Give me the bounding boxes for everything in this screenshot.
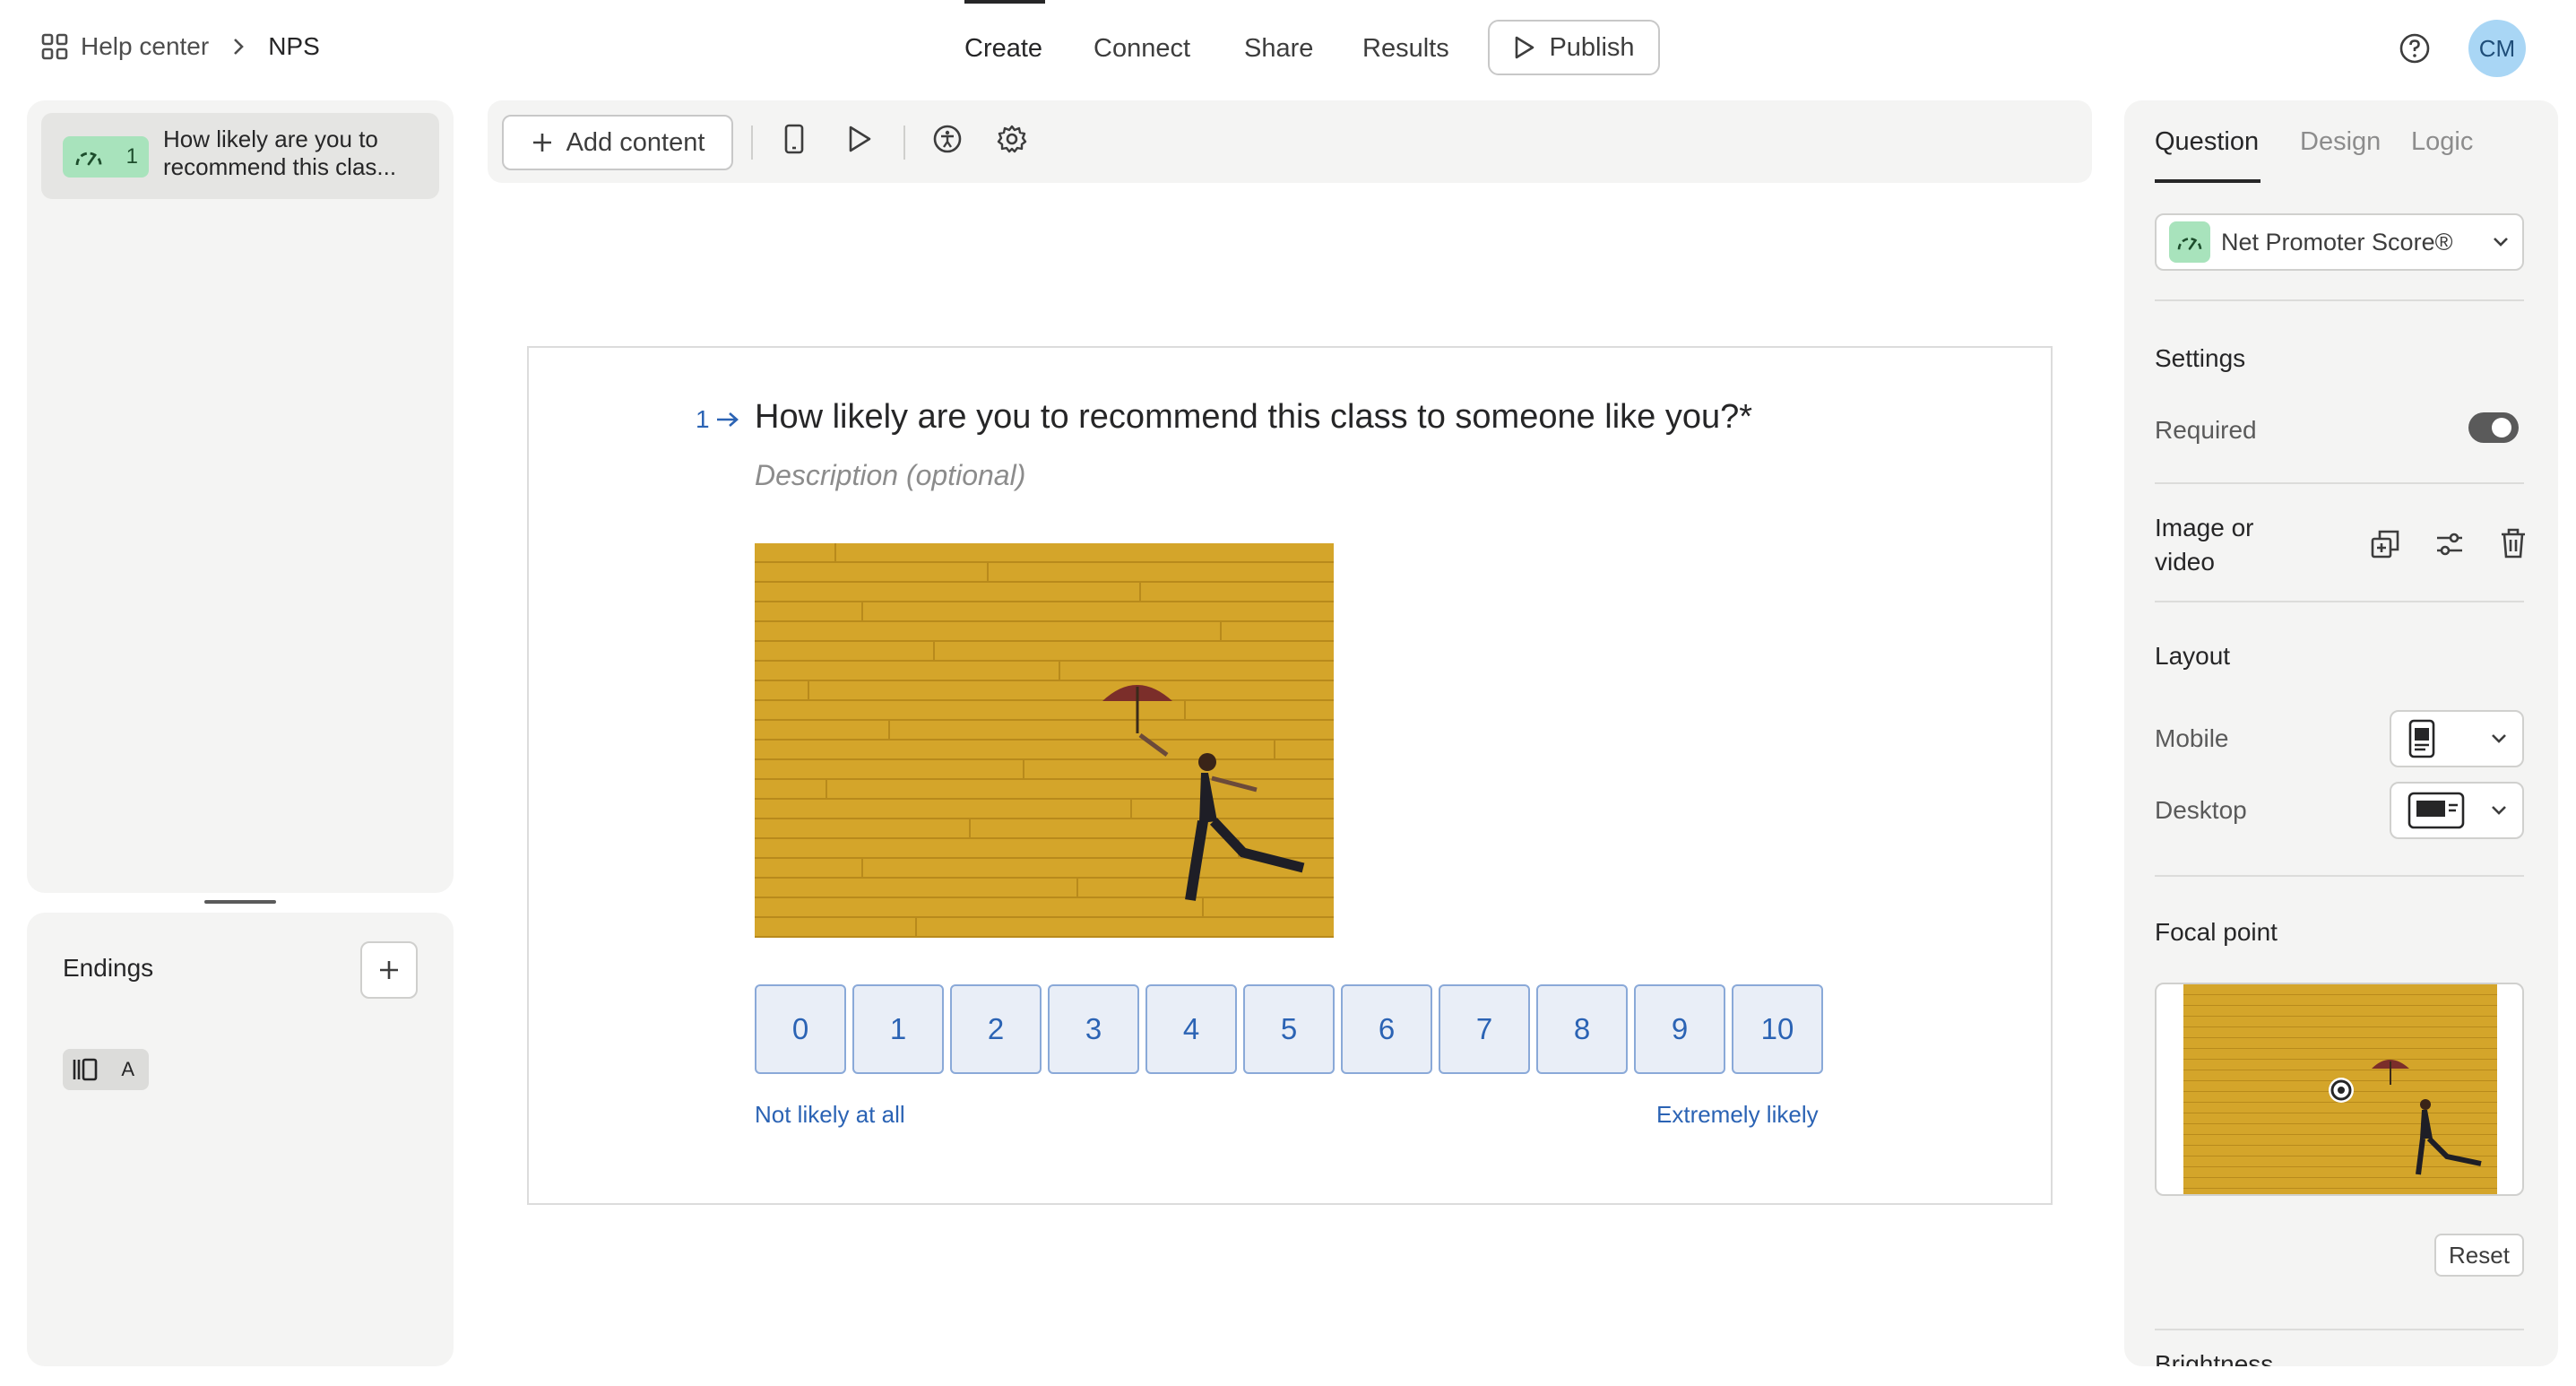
tab-logic[interactable]: Logic bbox=[2411, 127, 2473, 157]
active-tab-underline bbox=[2155, 179, 2260, 183]
active-tab-indicator bbox=[964, 0, 1045, 4]
breadcrumb-current[interactable]: NPS bbox=[268, 32, 320, 61]
scale-option-1[interactable]: 1 bbox=[852, 984, 944, 1074]
settings-gear-icon[interactable] bbox=[997, 124, 1027, 154]
mobile-layout-label: Mobile bbox=[2155, 724, 2229, 752]
toolbar-divider bbox=[751, 126, 753, 160]
divider bbox=[2155, 601, 2524, 602]
chevron-right-icon bbox=[232, 37, 245, 56]
focal-point-title: Focal point bbox=[2155, 918, 2278, 946]
scale-option-2[interactable]: 2 bbox=[950, 984, 1042, 1074]
publish-button[interactable]: Publish bbox=[1488, 20, 1660, 75]
tab-design[interactable]: Design bbox=[2300, 127, 2381, 157]
replace-media-icon[interactable] bbox=[2370, 529, 2400, 559]
mobile-preview-icon[interactable] bbox=[783, 124, 805, 154]
tab-create[interactable]: Create bbox=[964, 34, 1042, 64]
desktop-layout-label: Desktop bbox=[2155, 796, 2247, 824]
ending-label: A bbox=[121, 1058, 134, 1080]
panel-bottom-mask bbox=[2124, 1366, 2558, 1386]
toggle-knob bbox=[2492, 418, 2511, 437]
nps-scale: 0 1 2 3 4 5 6 7 8 9 10 bbox=[755, 984, 1823, 1074]
divider bbox=[2155, 875, 2524, 877]
divider bbox=[2155, 299, 2524, 301]
question-type-value: Net Promoter Score® bbox=[2221, 228, 2453, 256]
divider bbox=[2155, 482, 2524, 484]
scale-option-7[interactable]: 7 bbox=[1439, 984, 1530, 1074]
toolbar-divider bbox=[903, 126, 905, 160]
trash-icon[interactable] bbox=[2499, 527, 2528, 559]
tab-question[interactable]: Question bbox=[2155, 127, 2259, 157]
scale-high-label[interactable]: Extremely likely bbox=[1656, 1101, 1819, 1129]
add-ending-button[interactable] bbox=[360, 941, 418, 999]
question-type-badge: 1 bbox=[63, 136, 149, 178]
add-content-label: Add content bbox=[566, 127, 705, 157]
scale-option-4[interactable]: 4 bbox=[1145, 984, 1237, 1074]
question-number-value: 1 bbox=[696, 405, 710, 433]
avatar[interactable]: CM bbox=[2468, 20, 2526, 77]
scale-option-3[interactable]: 3 bbox=[1048, 984, 1139, 1074]
scale-low-label[interactable]: Not likely at all bbox=[755, 1101, 905, 1129]
settings-title: Settings bbox=[2155, 344, 2246, 372]
accessibility-icon[interactable] bbox=[932, 124, 963, 154]
gauge-icon bbox=[2169, 221, 2210, 263]
divider bbox=[2155, 1329, 2524, 1330]
breadcrumb: Help center NPS bbox=[41, 32, 320, 61]
reset-focal-button[interactable]: Reset bbox=[2434, 1234, 2524, 1277]
top-bar: Help center NPS Create Connect Share Res… bbox=[0, 0, 2576, 95]
arrow-right-icon bbox=[715, 411, 740, 429]
mobile-layout-icon bbox=[2407, 719, 2436, 758]
add-content-button[interactable]: Add content bbox=[502, 115, 733, 170]
question-number: 1 bbox=[125, 144, 138, 169]
scale-option-0[interactable]: 0 bbox=[755, 984, 846, 1074]
chevron-down-icon bbox=[2490, 804, 2508, 817]
tab-results[interactable]: Results bbox=[1362, 34, 1449, 64]
question-description-field[interactable]: Description (optional) bbox=[755, 459, 1025, 492]
breadcrumb-home-link[interactable]: Help center bbox=[81, 32, 209, 61]
preview-play-icon[interactable] bbox=[846, 124, 873, 154]
scale-option-8[interactable]: 8 bbox=[1536, 984, 1628, 1074]
question-image[interactable] bbox=[755, 543, 1334, 938]
question-list-panel bbox=[27, 100, 454, 893]
desktop-layout-dropdown[interactable] bbox=[2390, 782, 2524, 839]
help-icon[interactable] bbox=[2399, 32, 2431, 65]
desktop-layout-icon bbox=[2407, 791, 2465, 830]
required-label: Required bbox=[2155, 416, 2257, 444]
question-number-indicator: 1 bbox=[696, 405, 740, 434]
focal-point-image[interactable] bbox=[2183, 984, 2497, 1194]
grid-icon[interactable] bbox=[41, 33, 68, 60]
plus-icon bbox=[377, 958, 401, 982]
plus-icon bbox=[531, 131, 554, 154]
adjust-sliders-icon[interactable] bbox=[2434, 529, 2465, 559]
gauge-icon bbox=[73, 145, 104, 169]
ending-icon bbox=[72, 1057, 100, 1082]
ending-item[interactable]: A bbox=[63, 1049, 149, 1090]
panel-resize-handle[interactable] bbox=[204, 900, 276, 904]
publish-label: Publish bbox=[1549, 32, 1635, 62]
tab-connect[interactable]: Connect bbox=[1094, 34, 1190, 64]
play-icon bbox=[1513, 35, 1536, 60]
chevron-down-icon bbox=[2492, 236, 2510, 248]
question-title[interactable]: How likely are you to recommend this cla… bbox=[755, 398, 1752, 437]
question-type-dropdown[interactable]: Net Promoter Score® bbox=[2155, 213, 2524, 271]
scale-option-10[interactable]: 10 bbox=[1732, 984, 1823, 1074]
scale-option-6[interactable]: 6 bbox=[1341, 984, 1432, 1074]
layout-title: Layout bbox=[2155, 642, 2231, 670]
scale-option-9[interactable]: 9 bbox=[1634, 984, 1725, 1074]
scale-option-5[interactable]: 5 bbox=[1243, 984, 1335, 1074]
media-label: Image or video bbox=[2155, 514, 2254, 576]
question-list-text: How likely are you to recommend this cla… bbox=[163, 126, 397, 180]
chevron-down-icon bbox=[2490, 732, 2508, 745]
endings-title: Endings bbox=[63, 954, 154, 982]
mobile-layout-dropdown[interactable] bbox=[2390, 710, 2524, 767]
tab-share[interactable]: Share bbox=[1244, 34, 1313, 64]
